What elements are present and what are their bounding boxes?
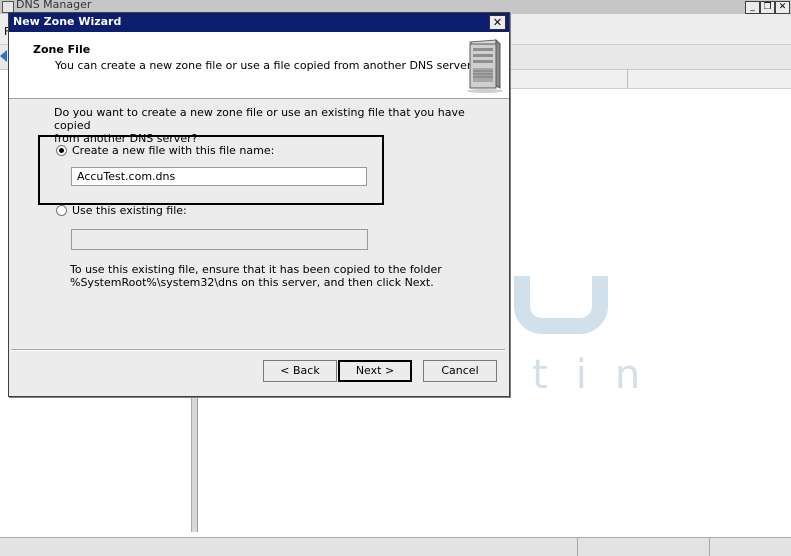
- status-bar: [0, 537, 791, 556]
- note-line: %SystemRoot%\system32\dns on this server…: [70, 276, 434, 289]
- new-zone-wizard-dialog: New Zone Wizard ✕ Zone File You can crea…: [8, 12, 510, 397]
- create-new-file-label[interactable]: Create a new file with this file name:: [72, 144, 274, 157]
- back-button[interactable]: < Back: [263, 360, 337, 382]
- new-file-name-input[interactable]: AccuTest.com.dns: [71, 167, 367, 186]
- minimize-icon[interactable]: _: [745, 1, 760, 14]
- status-segment: [709, 538, 710, 556]
- wizard-title: New Zone Wizard: [13, 15, 122, 28]
- page-subtitle: You can create a new zone file or use a …: [55, 59, 474, 72]
- restore-icon[interactable]: ❐: [760, 1, 775, 14]
- back-arrow-icon[interactable]: [0, 50, 8, 62]
- wizard-titlebar[interactable]: New Zone Wizard ✕: [9, 13, 509, 32]
- wizard-body: Do you want to create a new zone file or…: [9, 99, 509, 396]
- footer-separator: [11, 349, 505, 351]
- existing-file-note: To use this existing file, ensure that i…: [70, 263, 490, 289]
- status-segment: [577, 538, 578, 556]
- cancel-button[interactable]: Cancel: [423, 360, 497, 382]
- create-new-file-radio[interactable]: [56, 145, 67, 156]
- column-header-divider[interactable]: [627, 70, 628, 88]
- existing-file-input[interactable]: [71, 229, 368, 250]
- close-icon[interactable]: ✕: [775, 1, 790, 14]
- note-line: To use this existing file, ensure that i…: [70, 263, 442, 276]
- use-existing-file-label[interactable]: Use this existing file:: [72, 204, 187, 217]
- close-button[interactable]: ✕: [489, 15, 506, 30]
- wizard-header: Zone File You can create a new zone file…: [9, 32, 509, 99]
- next-button[interactable]: Next >: [338, 360, 412, 382]
- server-icon: [467, 38, 503, 93]
- page-title: Zone File: [33, 43, 91, 56]
- use-existing-file-radio[interactable]: [56, 205, 67, 216]
- dns-manager-title: DNS Manager: [16, 0, 92, 11]
- question-line: Do you want to create a new zone file or…: [54, 106, 465, 132]
